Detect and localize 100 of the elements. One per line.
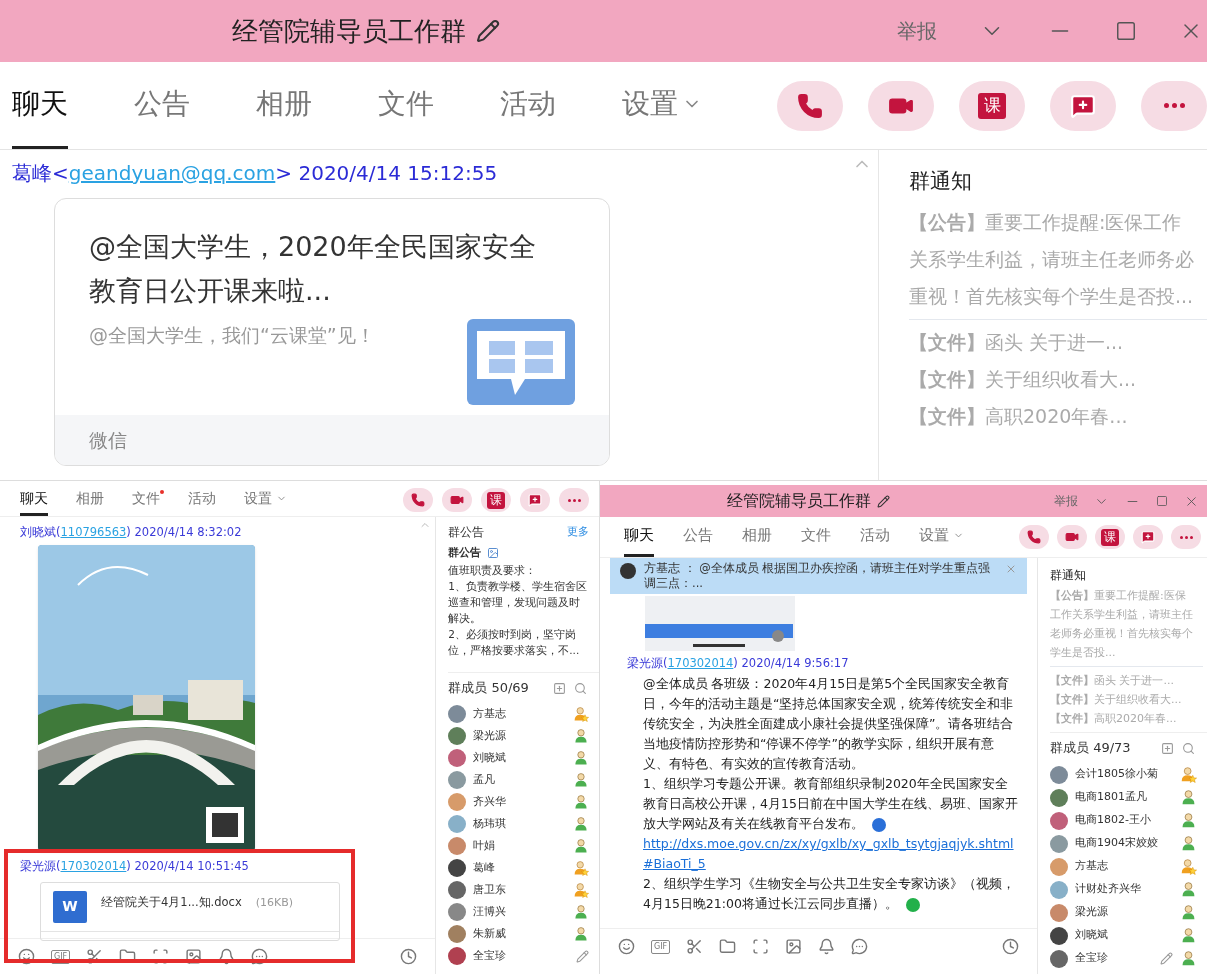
member-item[interactable]: 会计1805徐小菊: [1050, 763, 1207, 786]
contact-link[interactable]: 110796563: [60, 525, 127, 539]
call-button[interactable]: [1019, 525, 1049, 549]
tab[interactable]: 文件: [801, 517, 831, 557]
member-name: 唐卫东: [473, 881, 508, 898]
gif-button[interactable]: GIF: [651, 939, 671, 954]
tab[interactable]: 文件: [378, 62, 434, 149]
tab[interactable]: 设置: [622, 62, 702, 149]
course-button[interactable]: 课: [481, 488, 511, 512]
call-button[interactable]: [403, 488, 433, 512]
screenshot-icon[interactable]: [752, 938, 770, 955]
member-item[interactable]: 全宝珍: [448, 945, 599, 967]
more-button[interactable]: [1171, 525, 1201, 549]
new-message-button[interactable]: [520, 488, 550, 512]
tab[interactable]: 相册: [742, 517, 772, 557]
member-name: 杨玮琪: [473, 815, 508, 832]
course-button[interactable]: 课: [959, 80, 1025, 131]
member-item[interactable]: 葛峰: [448, 857, 599, 879]
scissors-icon[interactable]: [86, 948, 104, 965]
tab[interactable]: 文件: [132, 484, 160, 516]
tab[interactable]: 活动: [860, 517, 890, 557]
course-button[interactable]: 课: [1095, 525, 1125, 549]
tab[interactable]: 公告: [683, 517, 713, 557]
member-item[interactable]: 梁光源: [448, 725, 599, 747]
avatar: [1050, 765, 1068, 784]
member-item[interactable]: 计财处齐兴华: [1050, 878, 1207, 901]
member-item[interactable]: 杨玮琪: [448, 813, 599, 835]
contact-link[interactable]: geandyuan@qq.com: [68, 161, 276, 185]
add-icon[interactable]: [1161, 741, 1174, 755]
more-icon[interactable]: [851, 938, 869, 955]
window-title: 经管院辅导员工作群: [727, 490, 871, 512]
member-item[interactable]: 电商1802-王小: [1050, 809, 1207, 832]
report-button[interactable]: 举报: [1054, 492, 1078, 510]
more-icon[interactable]: [251, 948, 269, 965]
pencil-icon[interactable]: [476, 19, 500, 43]
member-item[interactable]: 梁光源: [1050, 901, 1207, 924]
add-icon[interactable]: [553, 681, 566, 695]
member-name: 叶娟: [473, 837, 497, 854]
new-message-button[interactable]: [1133, 525, 1163, 549]
more-button[interactable]: [559, 488, 589, 512]
image-icon[interactable]: [185, 948, 203, 965]
tab[interactable]: 活动: [188, 484, 216, 516]
word-file-icon: W: [53, 890, 87, 923]
member-item[interactable]: 刘晓斌: [1050, 924, 1207, 947]
contact-link[interactable]: 170302014: [60, 859, 127, 874]
tab[interactable]: 聊天: [12, 62, 68, 149]
announcement-heading: 群公告: [448, 545, 482, 561]
member-item[interactable]: 全宝珍: [1050, 947, 1207, 970]
maximize-icon[interactable]: [1115, 20, 1137, 42]
pencil-icon[interactable]: [877, 494, 890, 508]
clock-icon[interactable]: [1002, 938, 1019, 955]
link-card[interactable]: @全国大学生，2020年全民国家安全教育日公开课来啦... @全国大学生，我们“云课堂”见！ 微信: [54, 198, 610, 466]
member-name: 葛峰: [473, 859, 497, 876]
bell-icon[interactable]: [218, 948, 236, 965]
contact-link[interactable]: 170302014: [667, 656, 734, 670]
maximize-icon[interactable]: [1156, 495, 1168, 507]
search-icon[interactable]: [1182, 741, 1195, 755]
clock-icon[interactable]: [400, 948, 418, 965]
tab[interactable]: 相册: [256, 62, 312, 149]
avatar: [448, 749, 467, 767]
tab[interactable]: 活动: [500, 62, 556, 149]
tab[interactable]: 聊天: [20, 484, 48, 516]
tab[interactable]: 公告: [134, 62, 190, 149]
member-item[interactable]: 孟凡: [448, 769, 599, 791]
member-item[interactable]: 电商1801孟凡: [1050, 786, 1207, 809]
avatar: [448, 771, 467, 789]
call-button[interactable]: [777, 80, 843, 131]
emoji-icon[interactable]: [618, 938, 635, 955]
folder-icon[interactable]: [719, 938, 737, 955]
member-item[interactable]: 唐卫东: [448, 879, 599, 901]
member-item[interactable]: 叶娟: [448, 835, 599, 857]
member-item[interactable]: 电商1904宋姣姣: [1050, 832, 1207, 855]
tab[interactable]: 相册: [76, 484, 104, 516]
search-icon[interactable]: [574, 681, 587, 695]
member-item[interactable]: 朱新威: [448, 923, 599, 945]
gif-button[interactable]: GIF: [51, 949, 71, 964]
video-call-button[interactable]: [1057, 525, 1087, 549]
screenshot-icon[interactable]: [152, 948, 170, 965]
member-item[interactable]: 方基志: [1050, 855, 1207, 878]
members-title: 群成员 49/73: [1050, 739, 1131, 758]
video-call-button[interactable]: [868, 80, 934, 131]
image-icon[interactable]: [785, 938, 803, 955]
report-button[interactable]: 举报: [897, 16, 937, 46]
more-link[interactable]: 更多: [567, 523, 589, 541]
tab[interactable]: 设置: [919, 517, 964, 557]
message-text: 1、组织学习专题公开课。教育部组织录制2020年全民国家安全教育日高校公开课，4月15日前在中国大学生在线、易班、国家开放大学网站及有关在线教育平台发布。: [643, 775, 1019, 834]
scissors-icon[interactable]: [686, 938, 704, 955]
member-item[interactable]: 方基志: [448, 703, 599, 725]
new-message-button[interactable]: [1050, 80, 1116, 131]
bell-icon[interactable]: [818, 938, 836, 955]
tab[interactable]: 设置: [244, 484, 287, 516]
pinned-message-bar[interactable]: 方基志 ： @全体成员 根据国卫办疾控函，请班主任对学生重点强调三点：...: [610, 558, 1027, 594]
member-item[interactable]: 刘晓斌: [448, 747, 599, 769]
file-card[interactable]: W 经管院关于4月1...知.docx (16KB): [40, 881, 340, 941]
emoji-icon[interactable]: [18, 948, 35, 965]
message-link[interactable]: http://dxs.moe.gov.cn/zx/xy/gxlb/xy_gxlb_tsytgjaqjyk.shtml#BiaoTi_5: [643, 834, 1019, 875]
member-name: 全宝珍: [473, 947, 508, 964]
member-item[interactable]: 汪博兴: [448, 901, 599, 923]
member-item[interactable]: 齐兴华: [448, 791, 599, 813]
video-call-button[interactable]: [442, 488, 472, 512]
